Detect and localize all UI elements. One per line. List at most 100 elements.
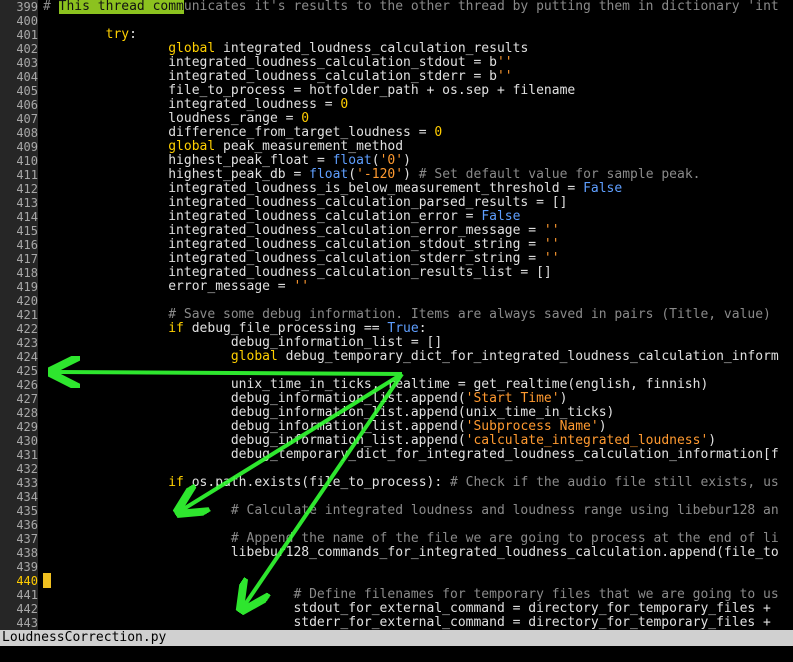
line-number: 425 — [0, 364, 38, 378]
line-number: 402 — [0, 42, 38, 56]
code-line[interactable]: 426 unix_time_in_ticks, realtime = get_r… — [0, 378, 793, 392]
code-line[interactable]: 402 global integrated_loudness_calculati… — [0, 42, 793, 56]
line-number: 415 — [0, 224, 38, 238]
code-text: loudness_range = 0 — [168, 111, 310, 126]
code-text: global peak_measurement_method — [168, 139, 404, 154]
line-number: 436 — [0, 518, 38, 532]
code-line[interactable]: 434 — [0, 490, 793, 504]
code-line[interactable]: 438 libebur128_commands_for_integrated_l… — [0, 546, 793, 560]
line-number: 439 — [0, 560, 38, 574]
code-line[interactable]: 403 integrated_loudness_calculation_stdo… — [0, 56, 793, 70]
line-number: 437 — [0, 532, 38, 546]
code-text: integrated_loudness_is_below_measurement… — [168, 181, 623, 196]
code-text: highest_peak_db = float('-120') # Set de… — [168, 167, 701, 182]
code-text: integrated_loudness_calculation_error_me… — [168, 223, 560, 238]
line-number: 423 — [0, 336, 38, 350]
code-line[interactable]: 415 integrated_loudness_calculation_erro… — [0, 224, 793, 238]
code-line[interactable]: 399 # This thread communicates it's resul… — [0, 0, 793, 14]
code-text: unix_time_in_ticks, realtime = get_realt… — [230, 377, 709, 392]
code-text: integrated_loudness_calculation_parsed_r… — [168, 195, 568, 210]
code-line[interactable]: 440 — [0, 573, 793, 588]
code-line[interactable]: 419 error_message = '' — [0, 280, 793, 294]
code-line[interactable]: 424 global debug_temporary_dict_for_inte… — [0, 350, 793, 364]
line-number: 419 — [0, 280, 38, 294]
code-line[interactable]: 425 — [0, 364, 793, 378]
line-number: 429 — [0, 420, 38, 434]
code-line[interactable]: 435 # Calculate integrated loudness and … — [0, 504, 793, 518]
code-line[interactable]: 420 — [0, 294, 793, 308]
code-line[interactable]: 410 highest_peak_float = float('0') — [0, 154, 793, 168]
line-number: 413 — [0, 196, 38, 210]
line-number: 409 — [0, 140, 38, 154]
code-text: integrated_loudness_calculation_error = … — [168, 209, 521, 224]
line-number: 418 — [0, 266, 38, 280]
line-number: 403 — [0, 56, 38, 70]
code-line[interactable]: 409 global peak_measurement_method — [0, 140, 793, 154]
line-number: 442 — [0, 602, 38, 616]
code-line[interactable]: 400 — [0, 14, 793, 28]
line-number: 422 — [0, 322, 38, 336]
code-text: stdout_for_external_command = directory_… — [293, 601, 779, 616]
code-line[interactable]: 432 — [0, 462, 793, 476]
code-text: # Calculate integrated loudness and loud… — [230, 503, 779, 518]
code-line[interactable]: 405 file_to_process = hotfolder_path + o… — [0, 84, 793, 98]
code-text: integrated_loudness_calculation_stderr =… — [168, 69, 513, 84]
code-line[interactable]: 407 loudness_range = 0 — [0, 112, 793, 126]
line-number: 431 — [0, 448, 38, 462]
line-number: 405 — [0, 84, 38, 98]
line-number: 411 — [0, 168, 38, 182]
code-line[interactable]: 433 if os.path.exists(file_to_process): … — [0, 476, 793, 490]
code-line[interactable]: 429 debug_information_list.append('Subpr… — [0, 420, 793, 434]
code-line[interactable]: 417 integrated_loudness_calculation_stde… — [0, 252, 793, 266]
code-line[interactable]: 416 integrated_loudness_calculation_stdo… — [0, 238, 793, 252]
code-line[interactable]: 436 — [0, 518, 793, 532]
code-text: integrated_loudness_calculation_stdout_s… — [168, 237, 560, 252]
code-line[interactable]: 421 # Save some debug information. Items… — [0, 308, 793, 322]
code-editor[interactable]: 399 # This thread communicates it's resul… — [0, 0, 793, 630]
code-line[interactable]: 414 integrated_loudness_calculation_erro… — [0, 210, 793, 224]
code-line[interactable]: 406 integrated_loudness = 0 — [0, 98, 793, 112]
command-line[interactable] — [0, 646, 793, 662]
line-number: 417 — [0, 252, 38, 266]
line-number: 433 — [0, 476, 38, 490]
code-line[interactable]: 441 # Define filenames for temporary fil… — [0, 588, 793, 602]
code-line[interactable]: 422 if debug_file_processing == True: — [0, 322, 793, 336]
code-line[interactable]: 411 highest_peak_db = float('-120') # Se… — [0, 168, 793, 182]
line-number: 421 — [0, 308, 38, 322]
line-number: 400 — [0, 14, 38, 28]
code-line[interactable]: 413 integrated_loudness_calculation_pars… — [0, 196, 793, 210]
code-line[interactable]: 408 difference_from_target_loudness = 0 — [0, 126, 793, 140]
code-line[interactable]: 431 debug_temporary_dict_for_integrated_… — [0, 448, 793, 462]
line-number: 438 — [0, 546, 38, 560]
code-text: # This thread communicates it's results … — [43, 0, 779, 14]
code-line[interactable]: 423 debug_information_list = [] — [0, 336, 793, 350]
code-text: debug_information_list.append('Start Tim… — [230, 391, 568, 406]
line-number: 407 — [0, 112, 38, 126]
code-line[interactable]: 442 stdout_for_external_command = direct… — [0, 602, 793, 616]
line-number: 406 — [0, 98, 38, 112]
code-text: integrated_loudness_calculation_results_… — [168, 265, 552, 280]
code-line[interactable]: 404 integrated_loudness_calculation_stde… — [0, 70, 793, 84]
code-text: if debug_file_processing == True: — [168, 321, 427, 336]
code-text — [43, 573, 51, 588]
code-line[interactable]: 427 debug_information_list.append('Start… — [0, 392, 793, 406]
code-text: debug_information_list.append('Subproces… — [230, 419, 607, 434]
status-filename: LoudnessCorrection.py — [2, 630, 167, 645]
code-line[interactable]: 430 debug_information_list.append('calcu… — [0, 434, 793, 448]
line-number: 408 — [0, 126, 38, 140]
code-line[interactable]: 439 — [0, 560, 793, 574]
code-text: file_to_process = hotfolder_path + os.se… — [168, 83, 576, 98]
code-line[interactable]: 401 try: — [0, 28, 793, 42]
code-text: debug_information_list.append(unix_time_… — [230, 405, 615, 420]
code-text: debug_information_list.append('calculate… — [230, 433, 717, 448]
line-number: 410 — [0, 154, 38, 168]
code-line[interactable]: 443 stderr_for_external_command = direct… — [0, 616, 793, 630]
code-line[interactable]: 418 integrated_loudness_calculation_resu… — [0, 266, 793, 280]
code-text: debug_temporary_dict_for_integrated_loud… — [230, 447, 779, 462]
code-line[interactable]: 437 # Append the name of the file we are… — [0, 532, 793, 546]
line-number: 428 — [0, 406, 38, 420]
code-line[interactable]: 428 debug_information_list.append(unix_t… — [0, 406, 793, 420]
code-line[interactable]: 412 integrated_loudness_is_below_measure… — [0, 182, 793, 196]
code-text: debug_information_list = [] — [230, 335, 443, 350]
code-text: # Append the name of the file we are goi… — [230, 531, 779, 546]
